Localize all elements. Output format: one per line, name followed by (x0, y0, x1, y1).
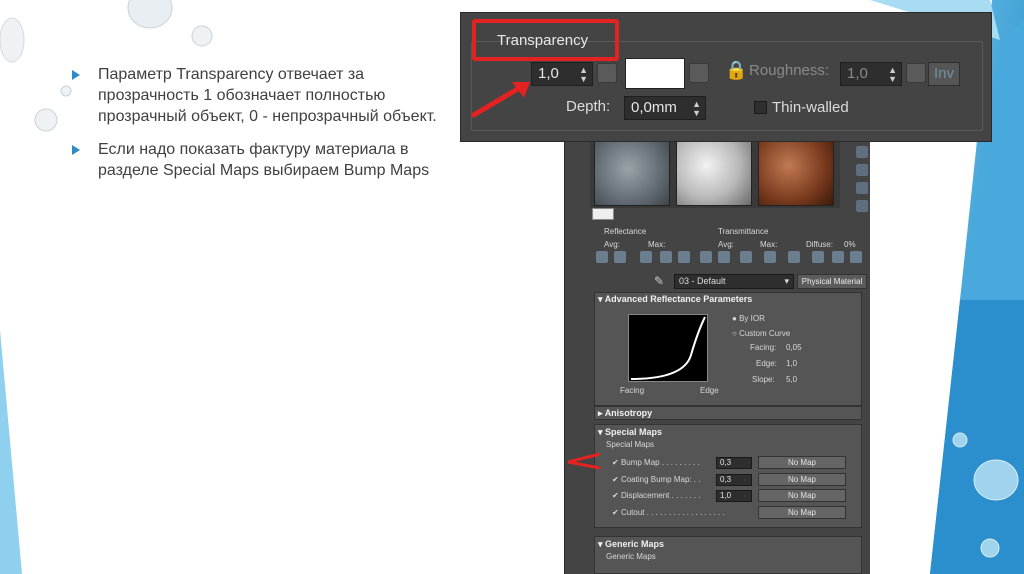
reflectance-curve-graph (628, 314, 708, 382)
material-type-button[interactable]: Physical Material (797, 274, 867, 289)
bump-map-row[interactable]: ✔ Bump Map . . . . . . . . . (612, 458, 700, 467)
toolbar-icon-12[interactable] (832, 251, 844, 263)
by-ior-radio[interactable]: ● By IOR (732, 314, 765, 323)
toolbar-icon-1[interactable] (596, 251, 608, 263)
depth-spinner[interactable]: 0,0mm ▲ ▼ (624, 96, 706, 120)
options-icon[interactable] (856, 200, 868, 212)
adv-reflectance-title[interactable]: ▾ Advanced Reflectance Parameters (598, 294, 752, 305)
generic-maps-subtitle: Generic Maps (606, 552, 656, 561)
spinner-arrows-icon[interactable]: ▲ ▼ (579, 66, 588, 84)
graph-facing-label: Facing (620, 386, 645, 395)
lock-icon[interactable]: 🔒 (725, 60, 747, 81)
roughness-label: Roughness: (749, 62, 830, 79)
get-material-icon[interactable] (856, 146, 868, 158)
anisotropy-title[interactable]: ▸ Anisotropy (598, 408, 652, 419)
transparency-arrow-icon (470, 81, 530, 119)
transmittance-label: Transmittance (718, 227, 769, 236)
graph-edge-label: Edge (700, 386, 719, 395)
thin-walled-checkbox[interactable] (754, 101, 767, 114)
cutout-button[interactable]: No Map (758, 506, 846, 519)
sample-slot-3[interactable] (758, 138, 834, 206)
bullet-text: Параметр Transparency отвечает за прозра… (98, 66, 437, 125)
bullet-special-maps: Если надо показать фактуру материала в р… (72, 139, 452, 181)
transparency-color-swatch[interactable] (625, 58, 685, 89)
roughness-map-button[interactable] (906, 63, 926, 83)
swatch-white[interactable] (592, 208, 614, 220)
bullet-triangle-icon (72, 145, 80, 155)
toolbar-icon-5[interactable] (678, 251, 690, 263)
diffuse-value: 0% (844, 240, 856, 249)
transparency-highlight (472, 19, 619, 61)
sample-slot-2[interactable] (676, 138, 752, 206)
toolbar-icon-10[interactable] (788, 251, 800, 263)
eyedropper-icon[interactable]: ✎ (654, 274, 664, 288)
spinner-arrows-icon[interactable]: ▲ ▼ (888, 66, 897, 84)
roughness-spinner[interactable]: 1,0 ▲ ▼ (840, 62, 902, 86)
toolbar-icon-13[interactable] (850, 251, 862, 263)
delete-icon[interactable] (660, 251, 672, 263)
pick-material-icon[interactable] (856, 164, 868, 176)
cutout-row[interactable]: ✔ Cutout . . . . . . . . . . . . . . . .… (612, 508, 725, 517)
thin-walled-label: Thin-walled (772, 99, 849, 116)
bullet-text: Если надо показать фактуру материала в р… (98, 141, 430, 179)
bump-arrow-icon (567, 452, 601, 470)
toolbar-icon-3[interactable] (640, 251, 652, 263)
slope-label: Slope: (752, 375, 775, 384)
toolbar-icon-11[interactable] (812, 251, 824, 263)
edge-value[interactable]: 1,0 (786, 359, 797, 368)
special-maps-title[interactable]: ▾ Special Maps (598, 427, 662, 438)
material-name: 03 - Default (679, 276, 726, 286)
displacement-button[interactable]: No Map (758, 489, 846, 502)
facing-value[interactable]: 0,05 (786, 343, 802, 352)
toolbar-icon-2[interactable] (614, 251, 626, 263)
edge-label: Edge: (756, 359, 777, 368)
bullet-transparency: Параметр Transparency отвечает за прозра… (72, 64, 452, 127)
depth-label: Depth: (566, 98, 611, 115)
facing-label: Facing: (750, 343, 777, 352)
coating-bump-row[interactable]: ✔ Coating Bump Map: . . (612, 475, 701, 484)
bump-map-value[interactable]: 0,3 (716, 457, 752, 469)
coating-bump-value[interactable]: 0,3 (716, 474, 752, 486)
toolbar-icon-8[interactable] (740, 251, 752, 263)
color-map-button[interactable] (689, 63, 709, 83)
toolbar-icon-9[interactable] (764, 251, 776, 263)
transparency-map-button[interactable] (597, 63, 617, 83)
special-maps-subtitle: Special Maps (606, 440, 655, 449)
generic-maps-title[interactable]: ▾ Generic Maps (598, 539, 664, 550)
inv-button[interactable]: Inv (928, 62, 960, 86)
reflectance-label: Reflectance (604, 227, 647, 236)
transparency-value-spinner[interactable]: 1,0 ▲ ▼ (531, 62, 593, 86)
sample-slot-1[interactable] (594, 138, 670, 206)
bullet-triangle-icon (72, 70, 80, 80)
bump-map-button[interactable]: No Map (758, 456, 846, 469)
toolbar-icon-6[interactable] (700, 251, 712, 263)
chevron-down-icon: ▾ (784, 276, 789, 286)
coating-bump-button[interactable]: No Map (758, 473, 846, 486)
background-icon[interactable] (856, 182, 868, 194)
sample-slots (590, 134, 840, 208)
displacement-row[interactable]: ✔ Displacement . . . . . . . (612, 491, 701, 500)
slope-value[interactable]: 5,0 (786, 375, 797, 384)
material-name-field[interactable]: 03 - Default ▾ (674, 274, 794, 289)
custom-curve-radio[interactable]: ○ Custom Curve (732, 329, 790, 338)
spinner-arrows-icon[interactable]: ▲ ▼ (692, 100, 701, 118)
slide-bullets: Параметр Transparency отвечает за прозра… (72, 64, 452, 193)
toolbar-icon-7[interactable] (718, 251, 730, 263)
displacement-value[interactable]: 1,0 (716, 490, 752, 502)
transmittance-avg-label: Avg: (718, 240, 734, 249)
reflectance-avg-label: Avg: (604, 240, 620, 249)
transmittance-max-label: Max: (760, 240, 778, 249)
diffuse-label: Diffuse: (806, 240, 833, 249)
reflectance-max-label: Max: (648, 240, 666, 249)
